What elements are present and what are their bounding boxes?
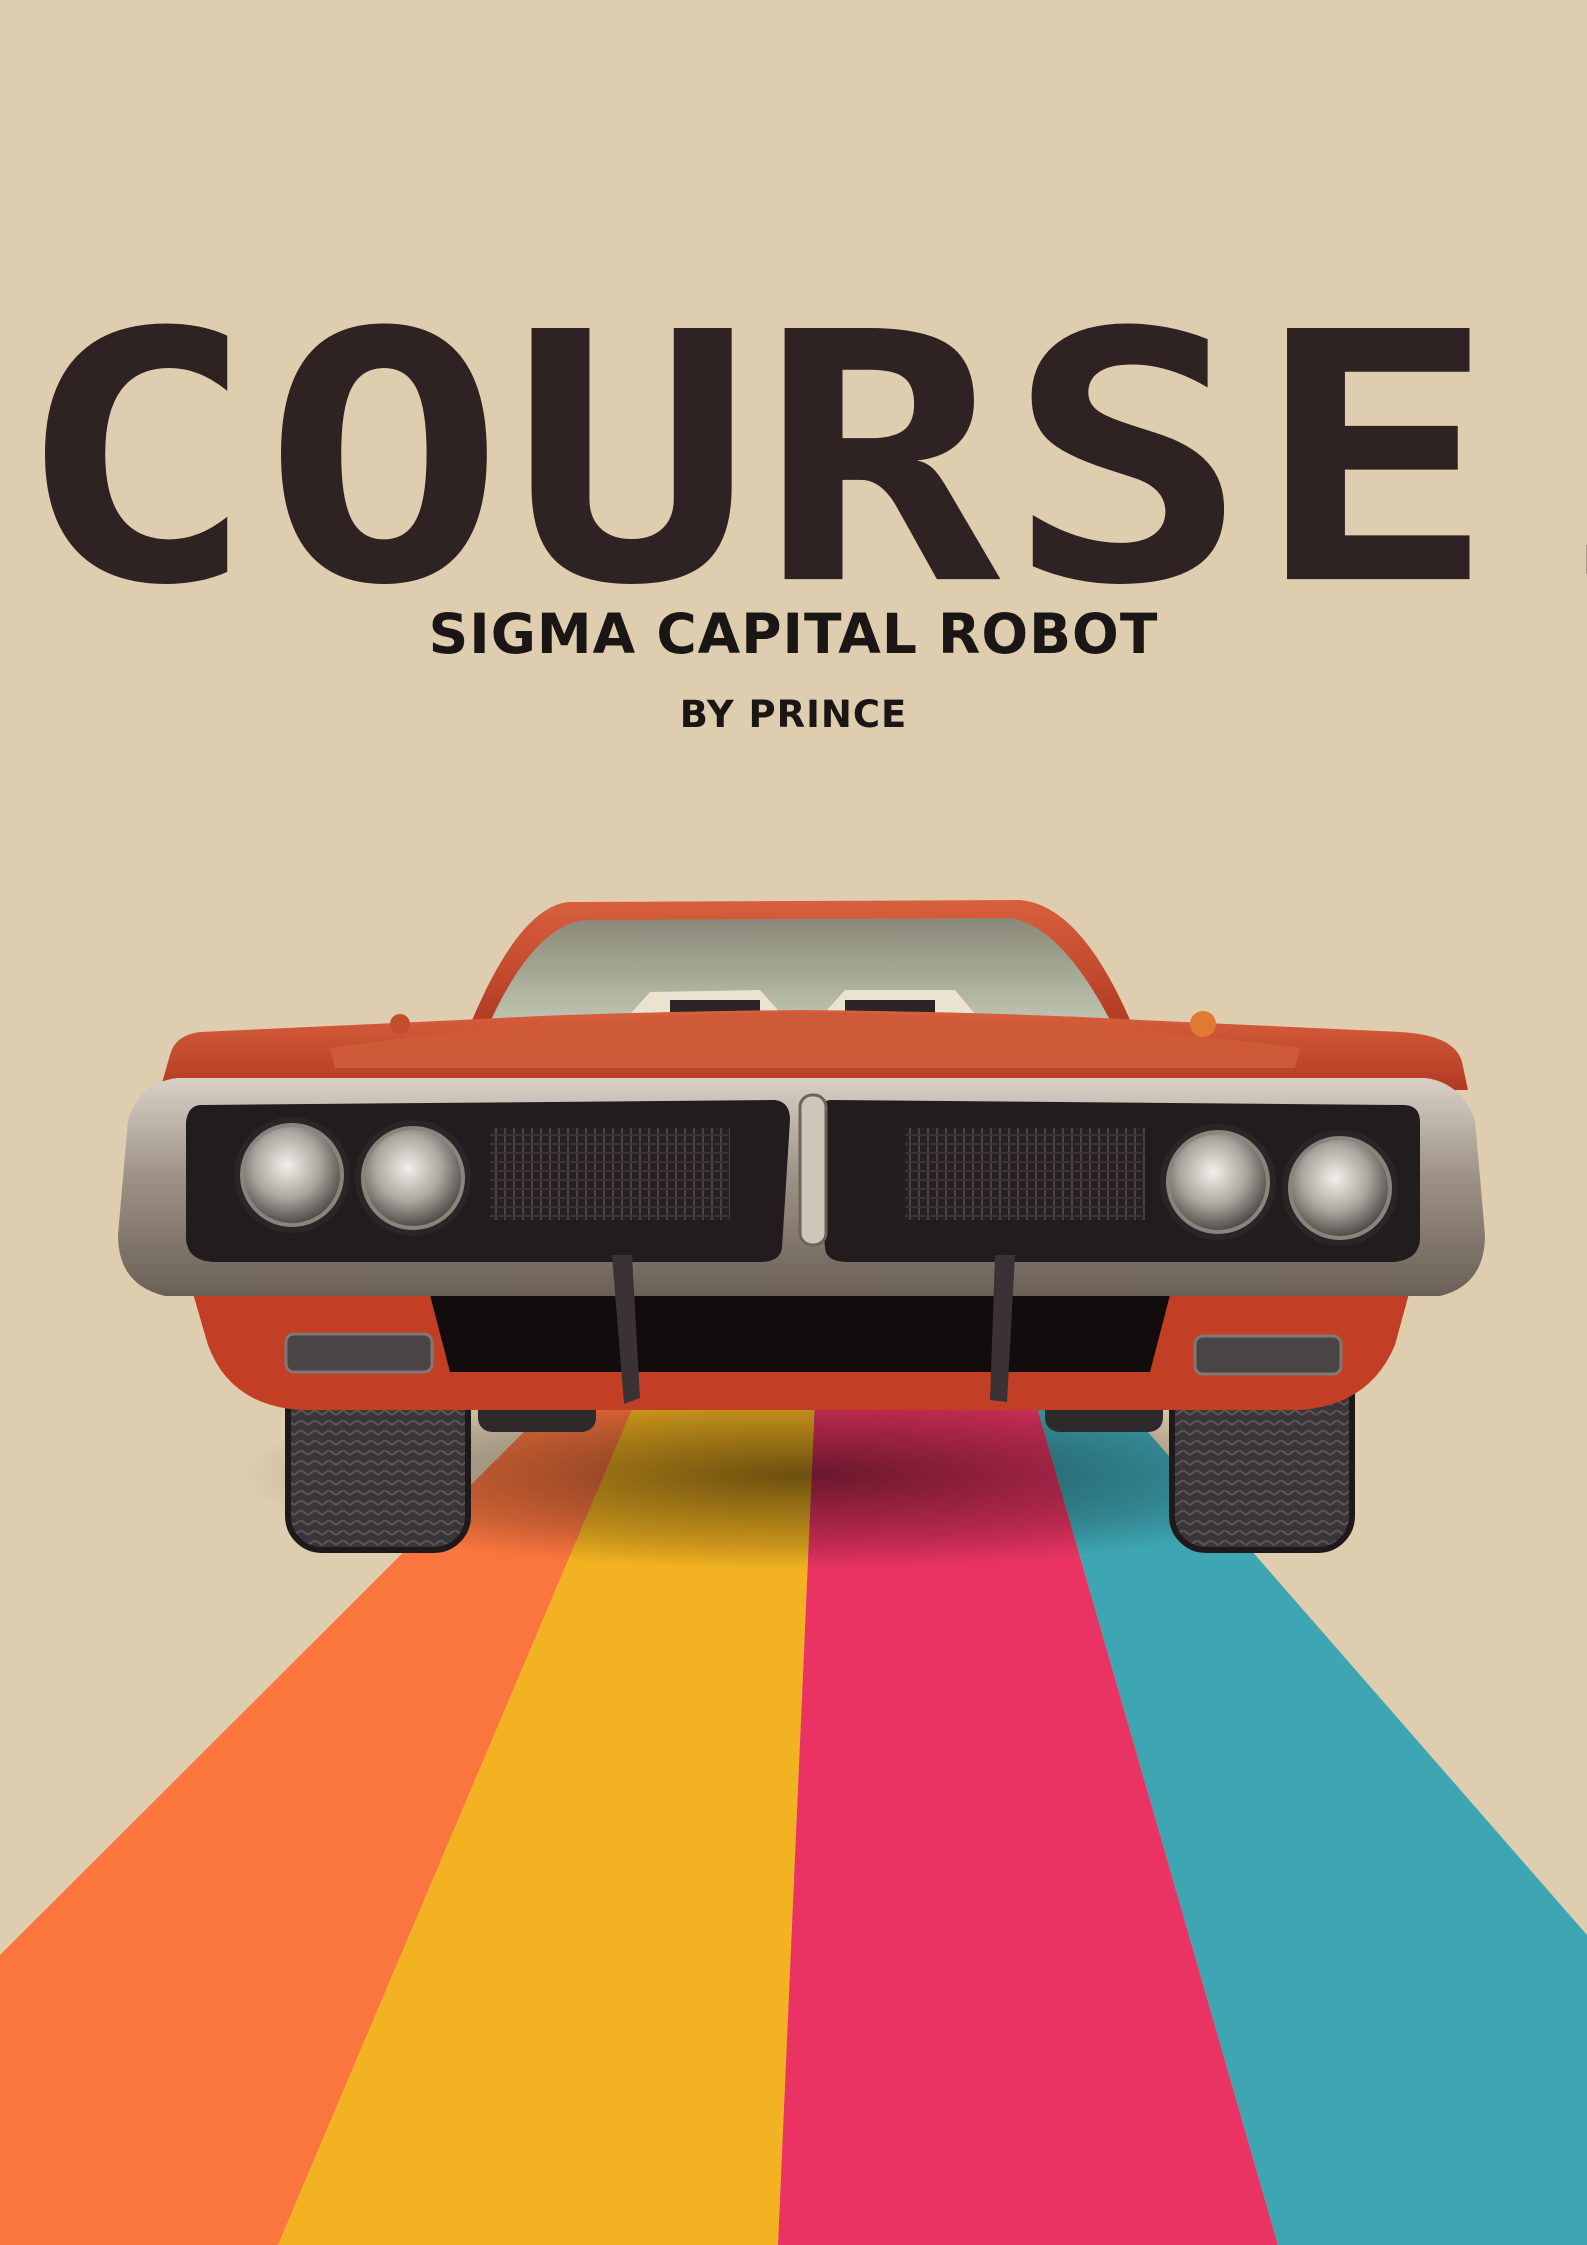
byline: BY PRINCE <box>679 693 908 736</box>
title-main: COURSE <box>15 259 1502 661</box>
title-version: 2.0 <box>1572 375 1587 611</box>
subtitle: SIGMA CAPITAL ROBOT <box>428 602 1159 666</box>
poster: COURSE2.0 SIGMA CAPITAL ROBOT BY PRINCE <box>0 0 1587 2245</box>
poster-title: COURSE2.0 <box>0 222 1587 632</box>
